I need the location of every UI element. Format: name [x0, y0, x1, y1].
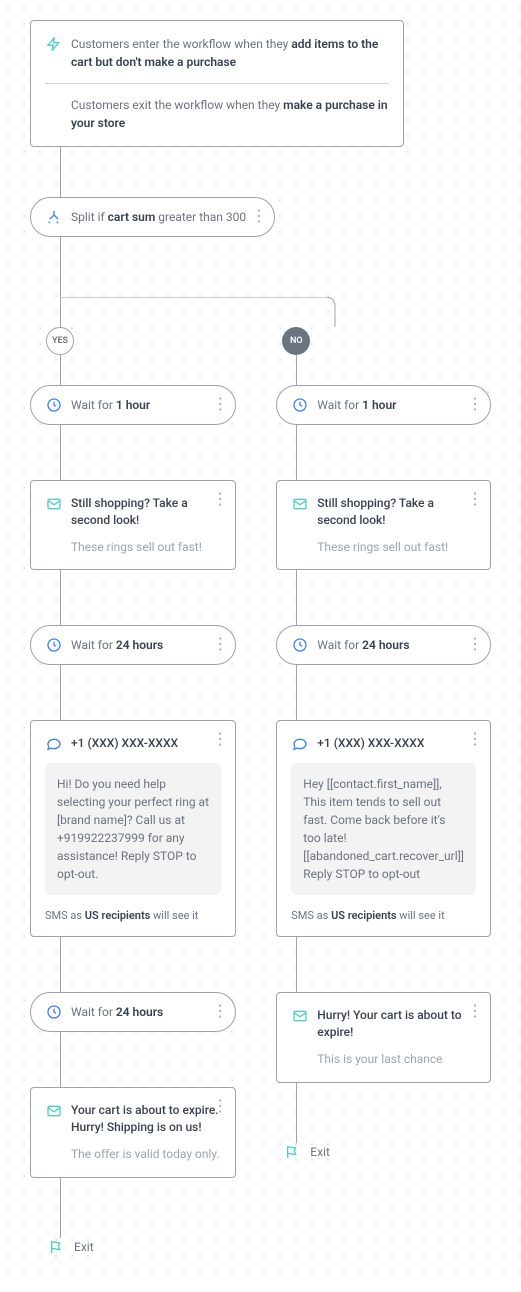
- split-label: Split if cart sum greater than 300: [71, 208, 246, 226]
- more-icon[interactable]: ⋮: [251, 208, 266, 224]
- sms-preview: Hey [[contact.first_name]], This item te…: [291, 763, 476, 895]
- mail-icon: [291, 1007, 309, 1025]
- clock-icon: [291, 636, 309, 654]
- more-icon[interactable]: ⋮: [467, 491, 482, 507]
- exit-text: Customers exit the workflow when they ma…: [71, 96, 389, 132]
- flag-icon: [284, 1143, 302, 1161]
- wait-node-yes-3[interactable]: Wait for 24 hours ⋮: [30, 992, 236, 1032]
- more-icon[interactable]: ⋮: [212, 636, 227, 652]
- mail-icon: [45, 1102, 63, 1120]
- clock-icon: [45, 636, 63, 654]
- bolt-icon: [45, 35, 63, 53]
- flag-icon: [48, 1238, 66, 1256]
- sms-icon: [45, 735, 63, 753]
- wait-node-yes-1[interactable]: Wait for 1 hour ⋮: [30, 385, 236, 425]
- more-icon[interactable]: ⋮: [212, 731, 227, 747]
- sms-node-yes[interactable]: ⋮ +1 (XXX) XXX-XXXX Hi! Do you need help…: [30, 720, 236, 937]
- more-icon[interactable]: ⋮: [212, 1003, 227, 1019]
- clock-icon: [291, 396, 309, 414]
- more-icon[interactable]: ⋮: [467, 636, 482, 652]
- sms-icon: [291, 735, 309, 753]
- clock-icon: [45, 1003, 63, 1021]
- more-icon[interactable]: ⋮: [467, 1003, 482, 1019]
- email-node-no-1[interactable]: ⋮ Still shopping? Take a second look! Th…: [276, 480, 491, 570]
- more-icon[interactable]: ⋮: [467, 396, 482, 412]
- more-icon[interactable]: ⋮: [212, 396, 227, 412]
- yes-badge: YES: [46, 327, 74, 355]
- more-icon[interactable]: ⋮: [212, 491, 227, 507]
- wait-node-no-1[interactable]: Wait for 1 hour ⋮: [276, 385, 491, 425]
- clock-icon: [45, 396, 63, 414]
- exit-node-yes: Exit: [48, 1238, 236, 1256]
- entry-text: Customers enter the workflow when they a…: [71, 35, 389, 71]
- exit-node-no: Exit: [284, 1143, 491, 1161]
- sms-node-no[interactable]: ⋮ +1 (XXX) XXX-XXXX Hey [[contact.first_…: [276, 720, 491, 937]
- sms-preview: Hi! Do you need help selecting your perf…: [45, 763, 221, 895]
- split-icon: [45, 208, 63, 226]
- email-node-yes-2[interactable]: ⋮ Your cart is about to expire. Hurry! S…: [30, 1087, 236, 1177]
- mail-icon: [45, 495, 63, 513]
- wait-node-yes-2[interactable]: Wait for 24 hours ⋮: [30, 625, 236, 665]
- no-badge: NO: [282, 327, 310, 355]
- entry-exit-card[interactable]: Customers enter the workflow when they a…: [30, 20, 404, 147]
- wait-node-no-2[interactable]: Wait for 24 hours ⋮: [276, 625, 491, 665]
- split-node[interactable]: Split if cart sum greater than 300 ⋮: [30, 197, 275, 237]
- mail-icon: [291, 495, 309, 513]
- email-node-yes-1[interactable]: ⋮ Still shopping? Take a second look! Th…: [30, 480, 236, 570]
- more-icon[interactable]: ⋮: [212, 1098, 227, 1114]
- email-node-no-2[interactable]: ⋮ Hurry! Your cart is about to expire! T…: [276, 992, 491, 1082]
- more-icon[interactable]: ⋮: [467, 731, 482, 747]
